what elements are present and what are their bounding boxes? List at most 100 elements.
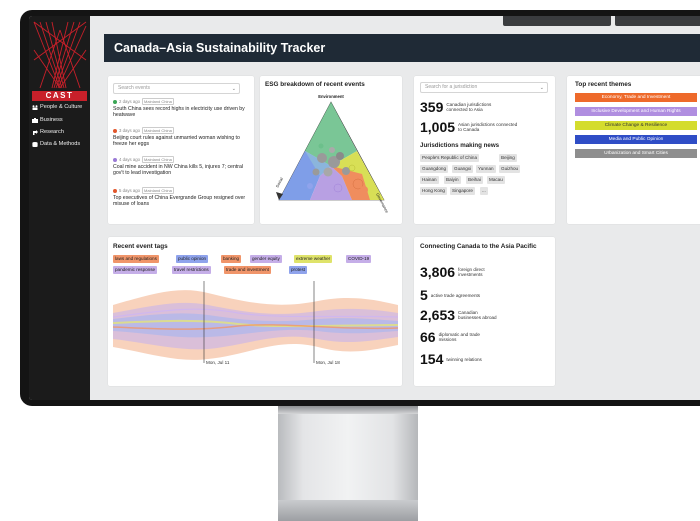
connecting-title: Connecting Canada to the Asia Pacific	[420, 243, 537, 250]
stat-item: 5 active trade agreements	[420, 287, 480, 303]
event-headline: Top executives of China Evergrande Group…	[113, 195, 246, 208]
sidebar-item-research[interactable]: Research	[32, 129, 64, 135]
jurisdiction-chip[interactable]: Guangxi	[452, 165, 474, 173]
tag-chip[interactable]: protest	[289, 266, 308, 274]
theme-bar[interactable]: Media and Public Opinion	[575, 135, 697, 144]
sidebar-item-label: Research	[40, 129, 64, 135]
page-header: Canada–Asia Sustainability Tracker	[104, 34, 700, 62]
monitor-stand-base	[278, 500, 418, 521]
events-search-input[interactable]: Search events ⌄	[113, 83, 240, 94]
jurisdiction-chip[interactable]: People's Republic of China	[420, 154, 480, 162]
sidebar-item-data-methods[interactable]: Data & Methods	[32, 141, 80, 147]
tag-chip[interactable]: laws and regulations	[113, 255, 159, 263]
tag-chip[interactable]: public opinion	[176, 255, 209, 263]
sidebar-item-label: Data & Methods	[40, 141, 81, 147]
events-card: Search events ⌄ 2 days ago Mainland China…	[108, 76, 254, 224]
tag-chip[interactable]: gender equity	[250, 255, 282, 263]
event-date: 5 days ago	[119, 188, 141, 193]
jurisdiction-chip[interactable]: Singapore	[450, 187, 475, 195]
stat-value: 5	[420, 287, 428, 303]
business-icon	[32, 117, 38, 123]
stat-label: foreign direct investments	[458, 267, 485, 277]
esg-ternary-plot: Environment Social Governance	[274, 94, 390, 214]
people-icon	[32, 104, 38, 110]
stat-label: Asian jurisdictions connected to Canada	[458, 122, 518, 132]
axis-label-social: Social	[274, 176, 284, 188]
jurisdiction-chip[interactable]: Baiyin	[444, 176, 461, 184]
event-item[interactable]: 2 days ago Mainland China South China see…	[113, 98, 248, 118]
timeline-marker-label: Mon, Jul 18	[316, 360, 340, 365]
stat-value: 1,005	[420, 119, 456, 135]
sidebar-item-business[interactable]: Business	[32, 117, 63, 123]
stat-item: 154 twinning relations	[420, 351, 482, 367]
database-icon	[32, 141, 38, 147]
screen: CAST People & Culture Business Research …	[29, 16, 700, 400]
sidebar-item-people-culture[interactable]: People & Culture	[32, 104, 82, 110]
jurisdiction-chip[interactable]: Macau	[487, 176, 505, 184]
jurisdiction-chip[interactable]: Hong Kong	[420, 187, 447, 195]
stat-label: Canadian jurisdictions connected to Asia	[446, 102, 492, 112]
event-location-badge: Mainland China	[142, 156, 174, 163]
more-jurisdictions-chip[interactable]: ...	[480, 187, 488, 195]
stat-value: 3,806	[420, 264, 456, 280]
stat-label: twinning relations	[446, 356, 482, 362]
event-item[interactable]: 3 days ago Mainland China Beijing court r…	[113, 127, 248, 147]
tag-chip[interactable]: trade and investment	[224, 266, 271, 274]
jurisdiction-chip[interactable]: Yunnan	[476, 165, 496, 173]
event-item[interactable]: 5 days ago Mainland China Top executives …	[113, 187, 248, 207]
jurisdiction-search-input[interactable]: Search for a jurisdiction ⌄	[420, 82, 548, 93]
event-date: 2 days ago	[119, 99, 141, 104]
tag-chip[interactable]: banking	[221, 255, 242, 263]
page-title: Canada–Asia Sustainability Tracker	[114, 41, 326, 55]
jurisdiction-chip[interactable]: Beijing	[499, 154, 517, 162]
stat-label: Canadian businesses abroad	[458, 310, 497, 320]
sidebar-item-label: People & Culture	[40, 104, 83, 110]
jurisdiction-chip[interactable]: Guizhou	[499, 165, 521, 173]
sidebar-item-label: Business	[40, 117, 63, 123]
timeline-marker-label: Mon, Jul 11	[206, 360, 230, 365]
monitor-scene: CAST People & Culture Business Research …	[0, 0, 700, 521]
axis-label-environment: Environment	[318, 94, 344, 99]
themes-card: Top recent themes Economy, Trade and Inv…	[567, 76, 700, 224]
top-tab[interactable]	[615, 16, 700, 26]
tag-streamgraph	[112, 281, 399, 363]
stat-item: 66 diplomatic and trade missions	[420, 329, 487, 345]
stat-item: 2,653 Canadian businesses abroad	[420, 307, 500, 323]
status-dot-icon	[113, 128, 117, 133]
chevron-down-icon[interactable]: ⌄	[232, 85, 236, 94]
jurisdiction-chip[interactable]: Hainan	[420, 176, 439, 184]
axis-label-governance: Governance	[375, 192, 390, 214]
tag-chip[interactable]: COVID-19	[346, 255, 372, 263]
top-tab[interactable]	[503, 16, 611, 26]
search-placeholder: Search events	[118, 85, 150, 91]
stat-value: 154	[420, 351, 444, 367]
jurisdiction-chip[interactable]: Guangdong	[420, 165, 449, 173]
theme-bar[interactable]: Urbanization and Smart Cities	[575, 149, 697, 158]
theme-bar[interactable]: Climate Change & Resilience	[575, 121, 697, 130]
jurisdictions-card: Search for a jurisdiction ⌄ 359 Canadian…	[414, 76, 555, 224]
stat-canadian-jurisdictions: 359 Canadian jurisdictions connected to …	[420, 99, 504, 115]
tag-chip[interactable]: extreme weather	[294, 255, 333, 263]
event-headline: Coal mine accident in NW China kills 5, …	[113, 164, 244, 177]
stat-value: 66	[420, 329, 436, 345]
esg-card: ESG breakdown of recent events Environme…	[260, 76, 402, 224]
stat-asian-jurisdictions: 1,005 Asian jurisdictions connected to C…	[420, 119, 518, 135]
connecting-card: Connecting Canada to the Asia Pacific 3,…	[414, 237, 555, 386]
jurisdiction-chip[interactable]: Beihai	[466, 176, 483, 184]
event-date: 3 days ago	[119, 128, 141, 133]
tag-chip[interactable]: travel restrictions	[172, 266, 211, 274]
event-item[interactable]: 4 days ago Mainland China Coal mine accid…	[113, 156, 248, 176]
theme-bar[interactable]: Inclusive Development and Human Rights	[575, 107, 697, 116]
cast-logo	[33, 21, 87, 89]
event-location-badge: Mainland China	[142, 127, 174, 134]
event-date: 4 days ago	[119, 157, 141, 162]
tags-title: Recent event tags	[113, 243, 168, 250]
chevron-down-icon[interactable]: ⌄	[540, 84, 544, 93]
stat-label: active trade agreements	[430, 292, 481, 298]
monitor-stand-shadow	[278, 406, 418, 414]
theme-bar[interactable]: Economy, Trade and Investment	[575, 93, 697, 102]
stat-value: 2,653	[420, 307, 456, 323]
tag-chip[interactable]: pandemic response	[113, 266, 158, 274]
research-icon	[33, 129, 38, 135]
tags-card: Recent event tags laws and regulations p…	[108, 237, 402, 386]
